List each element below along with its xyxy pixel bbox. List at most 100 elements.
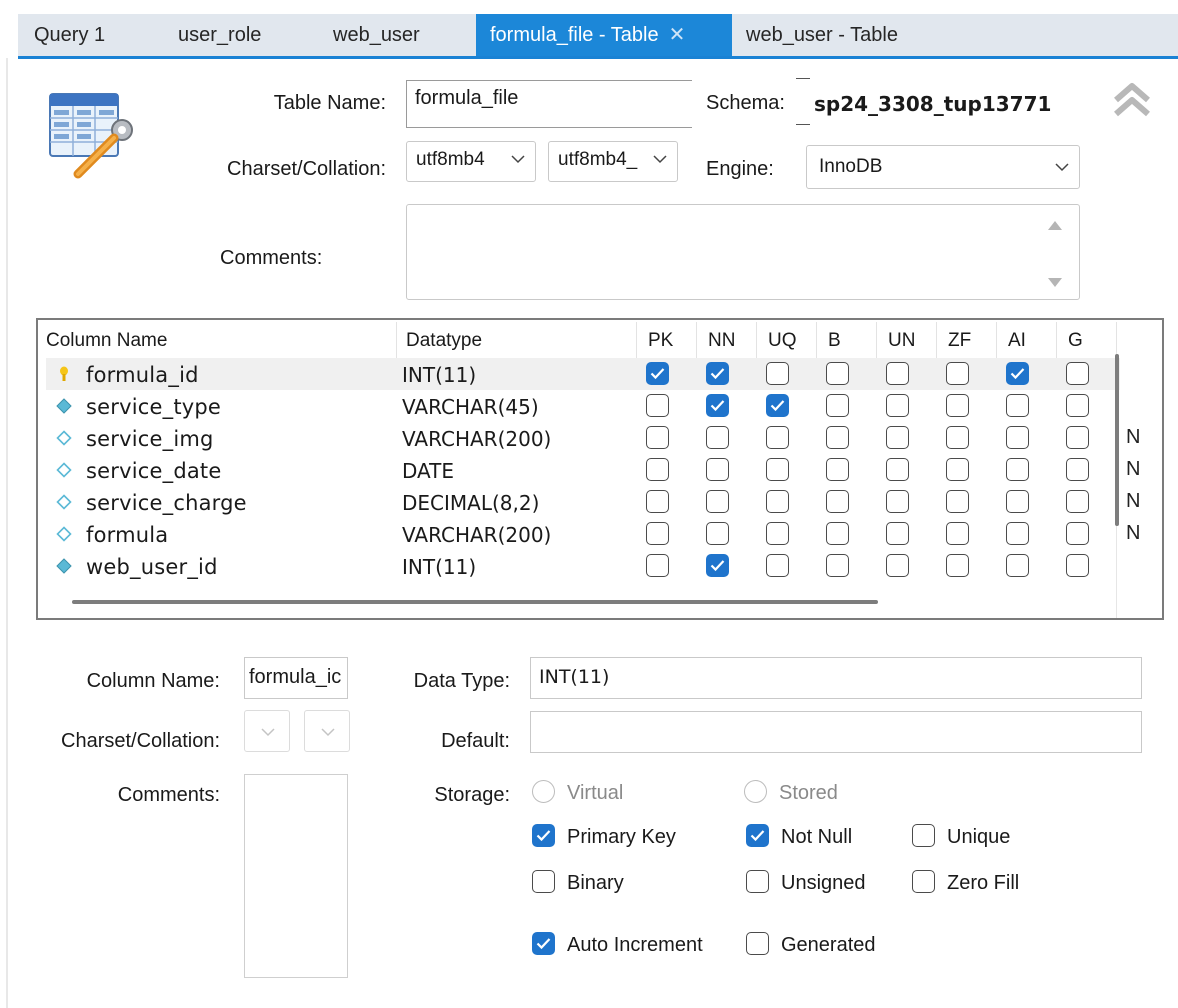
un-checkbox[interactable] [886, 458, 909, 481]
uq-checkbox[interactable] [766, 522, 789, 545]
datatype-cell[interactable]: DECIMAL(8,2) [402, 491, 539, 515]
zf-checkbox[interactable] [946, 522, 969, 545]
column-collation-select[interactable] [304, 710, 350, 752]
nn-checkbox[interactable] [706, 458, 729, 481]
stored-radio[interactable]: Stored [744, 780, 838, 805]
tab-web-user-table[interactable]: web_user - Table [746, 14, 898, 56]
ai-checkbox[interactable] [1006, 490, 1029, 513]
zf-checkbox[interactable] [946, 458, 969, 481]
header-uq[interactable]: UQ [768, 330, 797, 352]
ai-checkbox[interactable] [1006, 458, 1029, 481]
g-checkbox[interactable] [1066, 426, 1089, 449]
un-checkbox[interactable] [886, 554, 909, 577]
uq-checkbox[interactable] [766, 394, 789, 417]
ai-checkbox[interactable] [1006, 362, 1029, 385]
nn-checkbox[interactable] [706, 394, 729, 417]
g-checkbox[interactable] [1066, 554, 1089, 577]
datatype-cell[interactable]: DATE [402, 459, 454, 483]
b-checkbox[interactable] [826, 394, 849, 417]
datatype-cell[interactable]: VARCHAR(200) [402, 523, 551, 547]
g-checkbox[interactable] [1066, 362, 1089, 385]
vertical-scrollbar-thumb[interactable] [1115, 354, 1119, 526]
header-datatype[interactable]: Datatype [406, 330, 482, 352]
uq-checkbox[interactable] [766, 362, 789, 385]
un-checkbox[interactable] [886, 394, 909, 417]
datatype-cell[interactable]: VARCHAR(45) [402, 395, 539, 419]
g-checkbox[interactable] [1066, 458, 1089, 481]
charset-select[interactable]: utf8mb4 [406, 141, 536, 182]
un-checkbox[interactable] [886, 362, 909, 385]
tab-query-1[interactable]: Query 1 [34, 14, 105, 56]
binary-checkbox[interactable]: Binary [532, 870, 624, 895]
un-checkbox[interactable] [886, 426, 909, 449]
tab-web-user[interactable]: web_user [333, 14, 420, 56]
zf-checkbox[interactable] [946, 554, 969, 577]
table-row[interactable]: service_charge DECIMAL(8,2) N [46, 486, 1140, 518]
g-checkbox[interactable] [1066, 490, 1089, 513]
nn-checkbox[interactable] [706, 490, 729, 513]
tab-user-role[interactable]: user_role [178, 14, 261, 56]
columns-grid[interactable]: Column Name Datatype PK NN UQ B UN ZF AI… [36, 318, 1164, 620]
pk-checkbox[interactable] [646, 362, 669, 385]
pk-checkbox[interactable] [646, 426, 669, 449]
column-comments-textarea[interactable] [244, 774, 348, 978]
table-row[interactable]: formula_id INT(11) [46, 358, 1120, 390]
column-name-cell[interactable]: service_date [86, 459, 221, 483]
ai-checkbox[interactable] [1006, 522, 1029, 545]
header-pk[interactable]: PK [648, 330, 673, 352]
column-name-cell[interactable]: formula [86, 523, 168, 547]
b-checkbox[interactable] [826, 490, 849, 513]
table-name-input[interactable]: formula_file [406, 80, 692, 128]
uq-checkbox[interactable] [766, 426, 789, 449]
nn-checkbox[interactable] [706, 362, 729, 385]
nn-checkbox[interactable] [706, 426, 729, 449]
un-checkbox[interactable] [886, 490, 909, 513]
not-null-checkbox[interactable]: Not Null [746, 824, 852, 849]
uq-checkbox[interactable] [766, 458, 789, 481]
header-nn[interactable]: NN [708, 330, 735, 352]
pk-checkbox[interactable] [646, 522, 669, 545]
zf-checkbox[interactable] [946, 394, 969, 417]
close-icon[interactable]: ✕ [669, 24, 686, 46]
primary-key-checkbox[interactable]: Primary Key [532, 824, 676, 849]
header-column-name[interactable]: Column Name [46, 330, 167, 352]
collapse-up-icon[interactable] [1112, 80, 1152, 120]
pk-checkbox[interactable] [646, 490, 669, 513]
pk-checkbox[interactable] [646, 394, 669, 417]
pk-checkbox[interactable] [646, 458, 669, 481]
b-checkbox[interactable] [826, 362, 849, 385]
zero-fill-checkbox[interactable]: Zero Fill [912, 870, 1019, 895]
collation-select[interactable]: utf8mb4_ [548, 141, 678, 182]
generated-checkbox[interactable]: Generated [746, 932, 876, 957]
zf-checkbox[interactable] [946, 426, 969, 449]
header-zf[interactable]: ZF [948, 330, 971, 352]
table-row[interactable]: formula VARCHAR(200) N [46, 518, 1140, 550]
column-name-cell[interactable]: service_charge [86, 491, 247, 515]
column-name-input[interactable]: formula_ic [244, 657, 348, 699]
virtual-radio[interactable]: Virtual [532, 780, 623, 805]
header-ai[interactable]: AI [1008, 330, 1026, 352]
b-checkbox[interactable] [826, 426, 849, 449]
datatype-cell[interactable]: VARCHAR(200) [402, 427, 551, 451]
table-row[interactable]: service_date DATE N [46, 454, 1140, 486]
datatype-cell[interactable]: INT(11) [402, 363, 476, 387]
column-name-cell[interactable]: service_type [86, 395, 221, 419]
horizontal-scrollbar-thumb[interactable] [72, 600, 878, 604]
g-checkbox[interactable] [1066, 522, 1089, 545]
b-checkbox[interactable] [826, 458, 849, 481]
ai-checkbox[interactable] [1006, 426, 1029, 449]
scroll-up-arrow-icon[interactable] [1046, 218, 1064, 232]
zf-checkbox[interactable] [946, 490, 969, 513]
table-row[interactable]: service_type VARCHAR(45) [46, 390, 1120, 422]
header-g[interactable]: G [1068, 330, 1083, 352]
table-row[interactable]: service_img VARCHAR(200) N [46, 422, 1140, 454]
header-b[interactable]: B [828, 330, 841, 352]
ai-checkbox[interactable] [1006, 394, 1029, 417]
unsigned-checkbox[interactable]: Unsigned [746, 870, 866, 895]
column-name-cell[interactable]: formula_id [86, 363, 199, 387]
datatype-cell[interactable]: INT(11) [402, 555, 476, 579]
pk-checkbox[interactable] [646, 554, 669, 577]
unique-checkbox[interactable]: Unique [912, 824, 1010, 849]
table-row[interactable]: web_user_id INT(11) [46, 550, 1120, 582]
auto-increment-checkbox[interactable]: Auto Increment [532, 932, 703, 957]
